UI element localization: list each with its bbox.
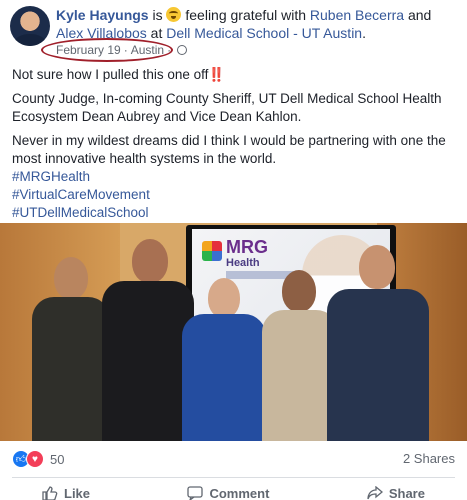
- and-text: and: [404, 7, 432, 23]
- person-3: [178, 276, 268, 441]
- like-label: Like: [64, 485, 91, 500]
- at-text: at: [146, 25, 167, 41]
- comment-icon: [187, 486, 204, 500]
- share-button[interactable]: Share: [337, 482, 455, 500]
- feeling-text: feeling grateful: [185, 7, 278, 23]
- author-avatar[interactable]: [10, 6, 50, 46]
- globe-icon: [177, 45, 188, 55]
- post-paragraph-3: Never in my wildest dreams did I think I…: [12, 133, 446, 166]
- post-header: Kyle Hayungs is feeling grateful with Ru…: [56, 6, 456, 42]
- double-exclamation-emoji: ‼️: [208, 67, 226, 82]
- like-button[interactable]: Like: [12, 482, 120, 500]
- screen-logo-text: MRG: [226, 237, 268, 257]
- comment-button[interactable]: Comment: [157, 482, 299, 500]
- post-date-link[interactable]: February 19: [56, 43, 121, 57]
- mrg-logo-icon: [202, 241, 222, 261]
- author-name-link[interactable]: Kyle Hayungs: [56, 7, 149, 23]
- place-link[interactable]: Dell Medical School - UT Austin: [166, 25, 362, 41]
- facebook-post: Kyle Hayungs is feeling grateful with Ru…: [0, 0, 467, 500]
- post-meta: February 19 · Austin ·: [56, 43, 188, 57]
- hashtag-link[interactable]: #MRGHealth: [12, 168, 457, 186]
- post-actions: Like Comment Share: [12, 482, 455, 500]
- comment-label: Comment: [209, 485, 270, 500]
- hashtag-link[interactable]: #VirtualCareMovement: [12, 186, 457, 204]
- post-paragraph-2: County Judge, In-coming County Sheriff, …: [12, 91, 442, 124]
- reaction-count: 50: [50, 451, 65, 467]
- hashtag-link[interactable]: #UTDellMedicalSchool: [12, 204, 457, 222]
- person-1: [30, 251, 110, 441]
- reactions-summary[interactable]: 👍︎ ♥ 50: [12, 448, 64, 470]
- is-text: is: [148, 7, 167, 23]
- person-5: [325, 241, 430, 441]
- divider: [12, 477, 455, 478]
- post-line-1: Not sure how I pulled this one off‼️: [12, 67, 226, 82]
- post-body: Not sure how I pulled this one off‼️ Cou…: [12, 66, 457, 222]
- like-icon: [42, 486, 58, 500]
- post-location-link[interactable]: Austin: [131, 43, 164, 57]
- screen-logo-sub: Health: [226, 257, 260, 269]
- shares-count-link[interactable]: 2 Shares: [403, 451, 455, 466]
- share-label: Share: [388, 485, 425, 500]
- grateful-emoji-icon: [166, 7, 182, 22]
- period-text: .: [362, 25, 366, 41]
- tagged-friend-link-1[interactable]: Ruben Becerra: [310, 7, 404, 23]
- share-icon: [367, 486, 383, 500]
- hashtag-list: #MRGHealth #VirtualCareMovement #UTDellM…: [12, 168, 457, 222]
- post-photo[interactable]: MRG Health: [0, 223, 467, 441]
- love-reaction-icon: ♥: [26, 450, 44, 468]
- with-text: with: [277, 7, 310, 23]
